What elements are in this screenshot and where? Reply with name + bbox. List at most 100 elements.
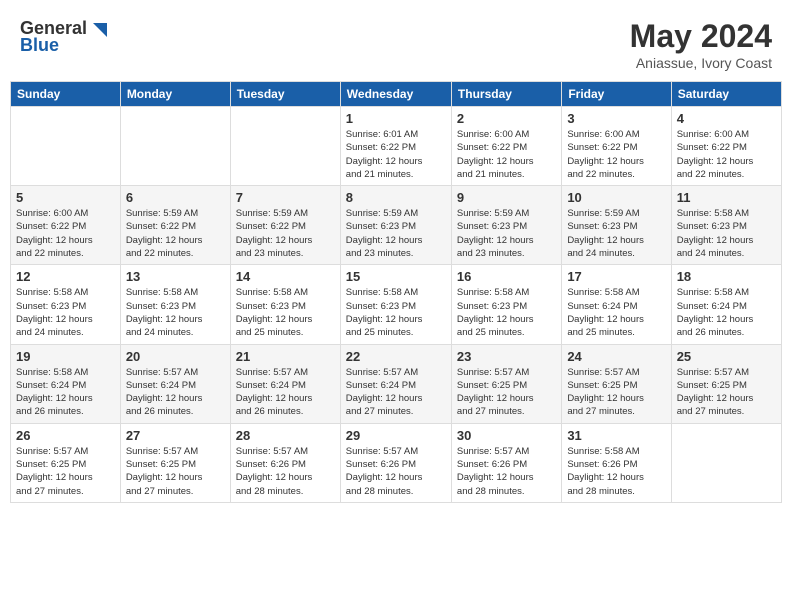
week-row-5: 26Sunrise: 5:57 AM Sunset: 6:25 PM Dayli… xyxy=(11,423,782,502)
calendar-cell: 17 Sunrise: 5:58 AM Sunset: 6:24 PM Dayli… xyxy=(562,265,671,344)
calendar-cell: 3 Sunrise: 6:00 AM Sunset: 6:22 PM Daylig… xyxy=(562,107,671,186)
day-number: 6 xyxy=(126,190,225,205)
day-number: 9 xyxy=(457,190,556,205)
day-number: 30 xyxy=(457,428,556,443)
day-info: Sunrise: 5:57 AM Sunset: 6:24 PM Dayligh… xyxy=(126,366,225,419)
calendar-cell: 27 Sunrise: 5:57 AM Sunset: 6:25 PM Dayli… xyxy=(120,423,230,502)
day-info: Sunrise: 5:58 AM Sunset: 6:23 PM Dayligh… xyxy=(16,286,115,339)
day-info: Sunrise: 5:58 AM Sunset: 6:24 PM Dayligh… xyxy=(16,366,115,419)
day-info: Sunrise: 5:58 AM Sunset: 6:23 PM Dayligh… xyxy=(346,286,446,339)
calendar-cell: 10 Sunrise: 5:59 AM Sunset: 6:23 PM Dayli… xyxy=(562,186,671,265)
calendar-cell: 11 Sunrise: 5:58 AM Sunset: 6:23 PM Dayli… xyxy=(671,186,781,265)
day-number: 2 xyxy=(457,111,556,126)
calendar-cell: 24 Sunrise: 5:57 AM Sunset: 6:25 PM Dayli… xyxy=(562,344,671,423)
day-info: Sunrise: 5:57 AM Sunset: 6:26 PM Dayligh… xyxy=(236,445,335,498)
day-info: Sunrise: 5:58 AM Sunset: 6:24 PM Dayligh… xyxy=(567,286,665,339)
day-number: 3 xyxy=(567,111,665,126)
calendar-cell: 31 Sunrise: 5:58 AM Sunset: 6:26 PM Dayli… xyxy=(562,423,671,502)
calendar-cell xyxy=(671,423,781,502)
day-info: Sunrise: 6:00 AM Sunset: 6:22 PM Dayligh… xyxy=(16,207,115,260)
calendar-cell: 21 Sunrise: 5:57 AM Sunset: 6:24 PM Dayli… xyxy=(230,344,340,423)
day-info: Sunrise: 5:57 AM Sunset: 6:25 PM Dayligh… xyxy=(126,445,225,498)
day-number: 24 xyxy=(567,349,665,364)
day-number: 21 xyxy=(236,349,335,364)
weekday-header-tuesday: Tuesday xyxy=(230,82,340,107)
day-number: 12 xyxy=(16,269,115,284)
day-number: 25 xyxy=(677,349,776,364)
page-header: General Blue May 2024 Aniassue, Ivory Co… xyxy=(10,10,782,75)
day-info: Sunrise: 5:57 AM Sunset: 6:24 PM Dayligh… xyxy=(236,366,335,419)
week-row-2: 5Sunrise: 6:00 AM Sunset: 6:22 PM Daylig… xyxy=(11,186,782,265)
day-number: 31 xyxy=(567,428,665,443)
day-info: Sunrise: 5:58 AM Sunset: 6:23 PM Dayligh… xyxy=(126,286,225,339)
day-info: Sunrise: 5:59 AM Sunset: 6:22 PM Dayligh… xyxy=(236,207,335,260)
day-number: 28 xyxy=(236,428,335,443)
day-number: 10 xyxy=(567,190,665,205)
calendar-cell: 7 Sunrise: 5:59 AM Sunset: 6:22 PM Daylig… xyxy=(230,186,340,265)
day-info: Sunrise: 5:58 AM Sunset: 6:23 PM Dayligh… xyxy=(677,207,776,260)
calendar-cell: 25 Sunrise: 5:57 AM Sunset: 6:25 PM Dayli… xyxy=(671,344,781,423)
day-info: Sunrise: 5:57 AM Sunset: 6:26 PM Dayligh… xyxy=(346,445,446,498)
calendar-cell: 29 Sunrise: 5:57 AM Sunset: 6:26 PM Dayli… xyxy=(340,423,451,502)
day-number: 14 xyxy=(236,269,335,284)
day-number: 18 xyxy=(677,269,776,284)
calendar-cell: 18 Sunrise: 5:58 AM Sunset: 6:24 PM Dayli… xyxy=(671,265,781,344)
day-info: Sunrise: 6:00 AM Sunset: 6:22 PM Dayligh… xyxy=(567,128,665,181)
calendar-cell: 16 Sunrise: 5:58 AM Sunset: 6:23 PM Dayli… xyxy=(451,265,561,344)
week-row-1: 1 Sunrise: 6:01 AM Sunset: 6:22 PM Daylig… xyxy=(11,107,782,186)
day-number: 20 xyxy=(126,349,225,364)
day-number: 11 xyxy=(677,190,776,205)
day-number: 17 xyxy=(567,269,665,284)
logo-triangle-icon xyxy=(89,19,107,37)
logo: General Blue xyxy=(20,18,107,56)
calendar-cell: 15Sunrise: 5:58 AM Sunset: 6:23 PM Dayli… xyxy=(340,265,451,344)
weekday-header-thursday: Thursday xyxy=(451,82,561,107)
day-number: 1 xyxy=(346,111,446,126)
day-info: Sunrise: 5:59 AM Sunset: 6:22 PM Dayligh… xyxy=(126,207,225,260)
calendar-table: SundayMondayTuesdayWednesdayThursdayFrid… xyxy=(10,81,782,503)
day-number: 22 xyxy=(346,349,446,364)
calendar-cell: 6 Sunrise: 5:59 AM Sunset: 6:22 PM Daylig… xyxy=(120,186,230,265)
month-year-title: May 2024 xyxy=(630,18,772,55)
day-number: 16 xyxy=(457,269,556,284)
calendar-cell: 23Sunrise: 5:57 AM Sunset: 6:25 PM Dayli… xyxy=(451,344,561,423)
day-info: Sunrise: 6:00 AM Sunset: 6:22 PM Dayligh… xyxy=(457,128,556,181)
day-info: Sunrise: 5:58 AM Sunset: 6:24 PM Dayligh… xyxy=(677,286,776,339)
calendar-cell xyxy=(11,107,121,186)
weekday-header-sunday: Sunday xyxy=(11,82,121,107)
weekday-header-monday: Monday xyxy=(120,82,230,107)
day-number: 13 xyxy=(126,269,225,284)
calendar-cell: 8Sunrise: 5:59 AM Sunset: 6:23 PM Daylig… xyxy=(340,186,451,265)
day-info: Sunrise: 5:59 AM Sunset: 6:23 PM Dayligh… xyxy=(457,207,556,260)
day-info: Sunrise: 5:58 AM Sunset: 6:23 PM Dayligh… xyxy=(457,286,556,339)
calendar-cell xyxy=(120,107,230,186)
calendar-cell: 20 Sunrise: 5:57 AM Sunset: 6:24 PM Dayli… xyxy=(120,344,230,423)
weekday-header-saturday: Saturday xyxy=(671,82,781,107)
day-number: 29 xyxy=(346,428,446,443)
calendar-cell: 4Sunrise: 6:00 AM Sunset: 6:22 PM Daylig… xyxy=(671,107,781,186)
day-info: Sunrise: 5:57 AM Sunset: 6:25 PM Dayligh… xyxy=(567,366,665,419)
calendar-cell: 19Sunrise: 5:58 AM Sunset: 6:24 PM Dayli… xyxy=(11,344,121,423)
calendar-cell: 2 Sunrise: 6:00 AM Sunset: 6:22 PM Daylig… xyxy=(451,107,561,186)
calendar-cell: 22 Sunrise: 5:57 AM Sunset: 6:24 PM Dayli… xyxy=(340,344,451,423)
weekday-header-row: SundayMondayTuesdayWednesdayThursdayFrid… xyxy=(11,82,782,107)
day-number: 23 xyxy=(457,349,556,364)
day-info: Sunrise: 5:57 AM Sunset: 6:25 PM Dayligh… xyxy=(677,366,776,419)
day-number: 7 xyxy=(236,190,335,205)
day-info: Sunrise: 5:59 AM Sunset: 6:23 PM Dayligh… xyxy=(567,207,665,260)
calendar-cell: 1 Sunrise: 6:01 AM Sunset: 6:22 PM Daylig… xyxy=(340,107,451,186)
week-row-3: 12 Sunrise: 5:58 AM Sunset: 6:23 PM Dayli… xyxy=(11,265,782,344)
day-info: Sunrise: 5:58 AM Sunset: 6:26 PM Dayligh… xyxy=(567,445,665,498)
weekday-header-wednesday: Wednesday xyxy=(340,82,451,107)
day-info: Sunrise: 5:57 AM Sunset: 6:24 PM Dayligh… xyxy=(346,366,446,419)
day-info: Sunrise: 5:57 AM Sunset: 6:26 PM Dayligh… xyxy=(457,445,556,498)
day-info: Sunrise: 5:57 AM Sunset: 6:25 PM Dayligh… xyxy=(16,445,115,498)
logo-blue-text: Blue xyxy=(20,35,59,56)
calendar-cell: 26Sunrise: 5:57 AM Sunset: 6:25 PM Dayli… xyxy=(11,423,121,502)
day-number: 27 xyxy=(126,428,225,443)
day-info: Sunrise: 6:01 AM Sunset: 6:22 PM Dayligh… xyxy=(346,128,446,181)
title-section: May 2024 Aniassue, Ivory Coast xyxy=(630,18,772,71)
calendar-cell: 5Sunrise: 6:00 AM Sunset: 6:22 PM Daylig… xyxy=(11,186,121,265)
calendar-cell xyxy=(230,107,340,186)
day-number: 4 xyxy=(677,111,776,126)
